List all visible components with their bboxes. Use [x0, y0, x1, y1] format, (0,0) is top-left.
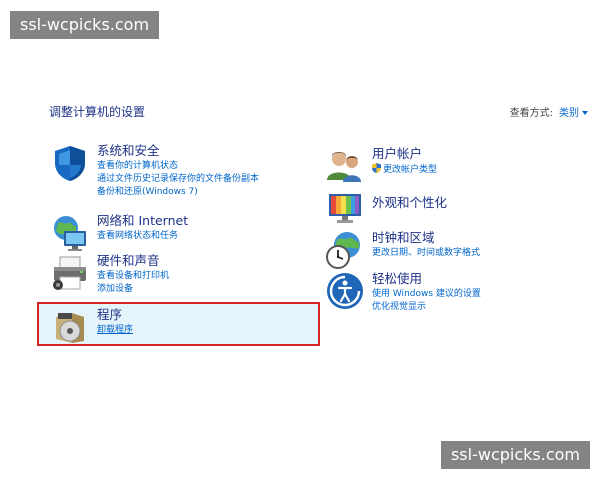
link-backup-restore[interactable]: 备份和还原(Windows 7) — [97, 186, 259, 199]
link-optimize-visual-display[interactable]: 优化视觉显示 — [372, 301, 481, 314]
link-add-device[interactable]: 添加设备 — [97, 283, 169, 296]
link-uninstall-program[interactable]: 卸载程序 — [97, 324, 133, 337]
link-label: 更改帐户类型 — [383, 165, 438, 175]
category-title[interactable]: 轻松使用 — [372, 271, 481, 288]
category-title[interactable]: 程序 — [97, 307, 133, 324]
view-by-dropdown[interactable]: 类别 — [559, 108, 579, 119]
uac-shield-icon — [372, 163, 381, 173]
category-title[interactable]: 用户帐户 — [372, 146, 437, 163]
shield-icon[interactable] — [50, 143, 90, 183]
ease-of-access-icon[interactable] — [325, 271, 365, 311]
watermark-top: ssl-wcpicks.com — [10, 11, 160, 39]
chevron-down-icon[interactable] — [582, 111, 588, 115]
network-icon[interactable] — [50, 213, 90, 253]
page-title: 调整计算机的设置 — [49, 105, 146, 119]
link-view-computer-status[interactable]: 查看你的计算机状态 — [97, 160, 259, 173]
category-title[interactable]: 时钟和区域 — [372, 230, 480, 247]
category-title[interactable]: 外观和个性化 — [372, 195, 447, 212]
printer-icon[interactable] — [50, 253, 90, 293]
category-title[interactable]: 网络和 Internet — [97, 213, 188, 230]
clock-globe-icon[interactable] — [325, 230, 365, 270]
category-title[interactable]: 硬件和声音 — [97, 253, 169, 270]
link-change-date-time[interactable]: 更改日期、时间或数字格式 — [372, 247, 480, 260]
link-change-account-type[interactable]: 更改帐户类型 — [372, 163, 437, 176]
view-by-label: 查看方式: — [509, 108, 553, 119]
programs-icon[interactable] — [50, 307, 90, 347]
view-by: 查看方式: 类别 — [510, 104, 588, 119]
appearance-icon[interactable] — [325, 188, 365, 228]
link-network-status[interactable]: 查看网络状态和任务 — [97, 230, 188, 243]
watermark-bottom: ssl-wcpicks.com — [440, 441, 590, 469]
link-file-history[interactable]: 通过文件历史记录保存你的文件备份副本 — [97, 173, 259, 186]
link-windows-recommended-settings[interactable]: 使用 Windows 建议的设置 — [372, 288, 481, 301]
users-icon[interactable] — [325, 146, 365, 186]
category-title[interactable]: 系统和安全 — [97, 143, 259, 160]
link-devices-printers[interactable]: 查看设备和打印机 — [97, 270, 169, 283]
